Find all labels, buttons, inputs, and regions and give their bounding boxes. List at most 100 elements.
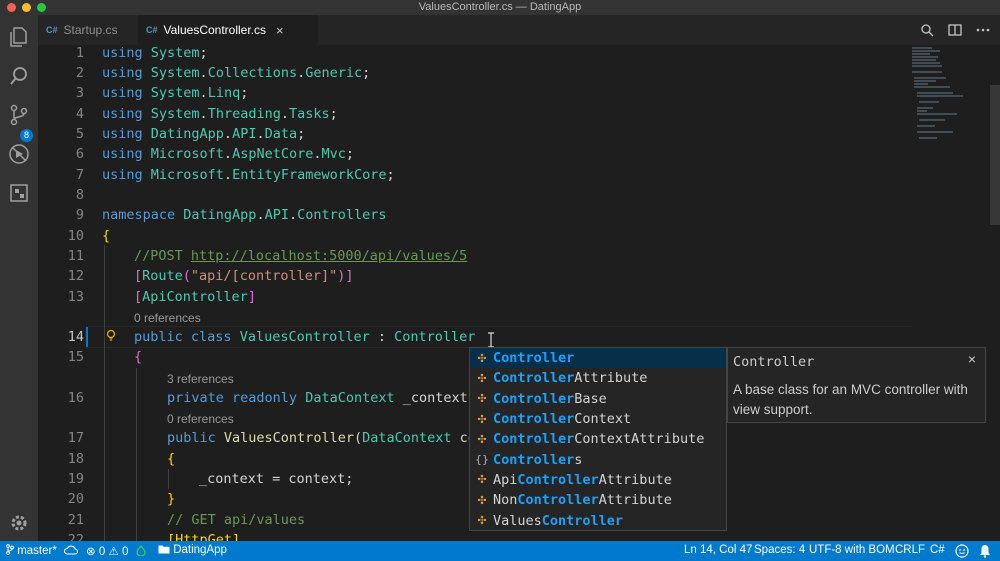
- line-number: 4: [75, 106, 84, 122]
- line-number: 1: [75, 45, 84, 61]
- code-line: [ApiController]: [134, 289, 256, 305]
- current-line-marker: [86, 327, 88, 347]
- url-link[interactable]: http://localhost:5000/api/values/5: [191, 248, 467, 264]
- class-icon: ✣: [477, 392, 487, 406]
- suggestion-item[interactable]: ✣ Controller Base: [470, 389, 726, 409]
- line-number: 15: [67, 349, 84, 365]
- code-line: {: [102, 228, 111, 244]
- suggestion-item[interactable]: ✣ Api Controller Attribute: [470, 470, 726, 490]
- class-icon: ✣: [477, 371, 487, 385]
- tab-startup[interactable]: C# Startup.cs: [46, 15, 138, 45]
- line-number: 18: [67, 451, 84, 467]
- line-number: 19: [67, 471, 84, 487]
- sync-icon[interactable]: [64, 545, 78, 556]
- line-number: 21: [67, 512, 84, 528]
- line-number: 20: [67, 491, 84, 507]
- text-cursor-icon: [488, 332, 494, 348]
- branch-indicator[interactable]: master*: [6, 544, 57, 557]
- line-number: 9: [75, 207, 84, 223]
- class-icon: ✣: [477, 514, 487, 528]
- code-lens-references[interactable]: 0 references: [167, 412, 234, 426]
- flame-icon[interactable]: [136, 545, 146, 556]
- line-number: 12: [67, 268, 84, 284]
- suggestion-item[interactable]: ✣ Controller ContextAttribute: [470, 429, 726, 449]
- code-line: using System;: [102, 45, 208, 61]
- line-number: 13: [67, 289, 84, 305]
- code-line: public class ValuesController : Controll…: [134, 329, 476, 345]
- code-line: using System.Linq;: [102, 85, 249, 101]
- error-icon: ⊗: [86, 546, 96, 558]
- split-editor-icon[interactable]: [948, 23, 962, 37]
- search-icon[interactable]: [7, 64, 31, 88]
- code-line: [HttpGet]: [167, 532, 241, 541]
- details-title: Controller: [733, 354, 815, 370]
- gear-icon[interactable]: [7, 511, 31, 535]
- code-line: {: [167, 451, 176, 467]
- files-icon[interactable]: [7, 25, 31, 49]
- suggestion-item[interactable]: ✣ Non Controller Attribute: [470, 490, 726, 510]
- suggestion-item[interactable]: ✣ Values Controller: [470, 510, 726, 530]
- code-line: using Microsoft.AspNetCore.Mvc;: [102, 146, 355, 162]
- line-number: 2: [75, 65, 84, 81]
- indentation[interactable]: Spaces: 4: [754, 544, 805, 556]
- suggestion-item[interactable]: ✣ Controller Attribute: [470, 368, 726, 388]
- debug-icon[interactable]: [7, 142, 31, 166]
- csharp-icon: C#: [46, 25, 58, 35]
- extensions-icon[interactable]: [7, 181, 31, 205]
- problems-indicator[interactable]: ⊗ 0 ⚠ 0: [86, 544, 128, 558]
- activity-bar: 8: [0, 15, 38, 541]
- feedback-icon[interactable]: [955, 544, 969, 558]
- warning-icon: ⚠: [108, 546, 119, 558]
- class-icon: ✣: [477, 412, 487, 426]
- suggestion-item[interactable]: ✣ Controller Context: [470, 409, 726, 429]
- line-number: 10: [67, 228, 84, 244]
- indent-guide: [168, 469, 169, 489]
- minimap[interactable]: [910, 45, 990, 541]
- line-number: 16: [67, 390, 84, 406]
- code-line: public ValuesController(DataContext co: [167, 430, 476, 446]
- line-number: 3: [75, 85, 84, 101]
- class-icon: ✣: [477, 351, 487, 365]
- code-line: using DatingApp.API.Data;: [102, 126, 306, 142]
- class-icon: ✣: [477, 432, 487, 446]
- code-lens-references[interactable]: 0 references: [134, 311, 201, 325]
- code-line: // GET api/values: [167, 512, 306, 528]
- encoding[interactable]: UTF-8 with BOM: [809, 544, 895, 556]
- code-line: using System.Collections.Generic;: [102, 65, 371, 81]
- open-changes-icon[interactable]: [920, 23, 934, 37]
- suggestion-item[interactable]: ✣ Controller: [470, 348, 726, 369]
- scrollbar-thumb[interactable]: [990, 85, 1000, 225]
- code-line: [Route("api/[controller]")]: [134, 268, 354, 284]
- code-line: }: [167, 491, 176, 507]
- language-mode[interactable]: C#: [930, 544, 945, 556]
- editor-actions: [920, 23, 990, 37]
- source-control-icon[interactable]: [7, 103, 31, 127]
- branch-icon: [6, 544, 14, 555]
- line-number: 11: [67, 248, 84, 264]
- tab-bar: C# Startup.cs C# ValuesController.cs ×: [38, 15, 1000, 45]
- bell-icon[interactable]: [979, 544, 991, 558]
- line-number: 8: [75, 187, 84, 203]
- suggestion-item[interactable]: {} Controller s: [470, 450, 726, 470]
- autocomplete-list: ✣ Controller ✣ Controller Attribute ✣ Con…: [469, 347, 727, 531]
- tab-values-controller[interactable]: C# ValuesController.cs ×: [138, 15, 318, 45]
- close-details-icon[interactable]: ×: [968, 351, 976, 367]
- status-bar: master* ⊗ 0 ⚠ 0 DatingApp Ln 14, Col 47 …: [0, 541, 1000, 561]
- class-icon: ✣: [477, 493, 487, 507]
- tab-label: Startup.cs: [63, 23, 118, 37]
- lightbulb-icon[interactable]: [106, 329, 116, 343]
- code-line: private readonly DataContext _context;: [167, 390, 476, 406]
- indent-guide: [104, 245, 105, 541]
- end-of-line[interactable]: CRLF: [895, 544, 925, 556]
- more-actions-icon[interactable]: [976, 23, 990, 37]
- close-tab-icon[interactable]: ×: [276, 23, 284, 38]
- line-number: 7: [75, 167, 84, 183]
- code-lens-references[interactable]: 3 references: [167, 372, 234, 386]
- tab-label: ValuesController.cs: [163, 23, 267, 37]
- code-line: namespace DatingApp.API.Controllers: [102, 207, 387, 223]
- cursor-position[interactable]: Ln 14, Col 47: [684, 544, 752, 556]
- line-number: 22: [67, 532, 84, 541]
- code-line: using System.Threading.Tasks;: [102, 106, 338, 122]
- project-indicator[interactable]: DatingApp: [158, 544, 227, 556]
- csharp-icon: C#: [146, 25, 158, 35]
